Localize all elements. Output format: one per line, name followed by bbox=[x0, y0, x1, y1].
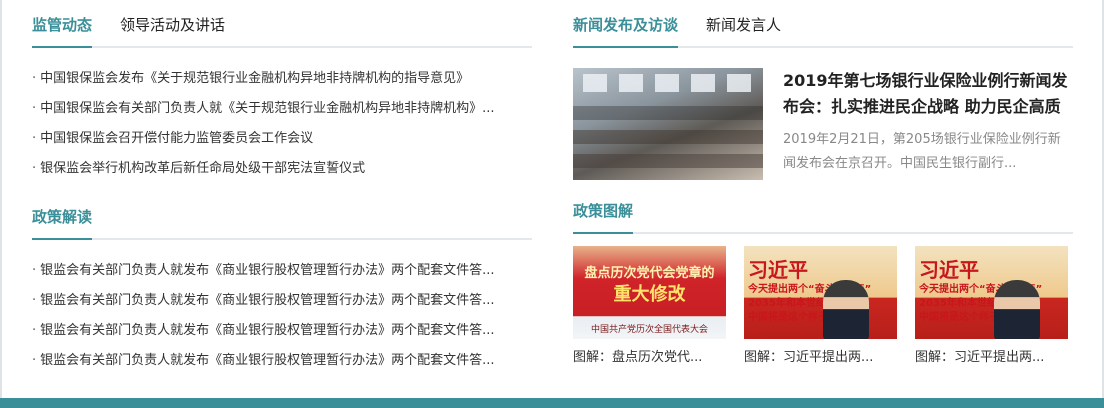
left-column: 监管动态 领导活动及讲话 中国银保监会发布《关于规范银行业金融机构异地非持牌机构… bbox=[32, 0, 532, 376]
list-item[interactable]: 中国银保监会有关部门负责人就《关于规范银行业金融机构异地非持牌机构》... bbox=[32, 94, 532, 124]
graphics-tabs: 政策图解 bbox=[573, 194, 1073, 234]
tab-policy-graphics[interactable]: 政策图解 bbox=[573, 200, 634, 234]
list-item[interactable]: 银监会有关部门负责人就发布《商业银行股权管理暂行办法》两个配套文件答... bbox=[32, 286, 532, 316]
list-item[interactable]: 银保监会举行机构改革后新任命局处级干部宪法宣誓仪式 bbox=[32, 154, 532, 184]
featured-news-text: 2019年第七场银行业保险业例行新闻发布会：扎实推进民企战略 助力民企高质量..… bbox=[783, 68, 1073, 180]
graphic-caption[interactable]: 图解：习近平提出两... bbox=[915, 349, 1068, 367]
featured-news-title[interactable]: 2019年第七场银行业保险业例行新闻发布会：扎实推进民企战略 助力民企高质量..… bbox=[783, 68, 1073, 120]
press-conference-photo[interactable] bbox=[573, 68, 763, 180]
graphic-caption[interactable]: 图解：习近平提出两... bbox=[744, 349, 897, 367]
graphic-card[interactable]: 习近平 今天提出两个“奋斗十五年” 2035年和本世纪中叶 中国将是这个样子！ … bbox=[744, 246, 897, 367]
footer-accent-bar bbox=[0, 398, 1104, 408]
list-item[interactable]: 银监会有关部门负责人就发布《商业银行股权管理暂行办法》两个配套文件答... bbox=[32, 346, 532, 376]
list-item[interactable]: 银监会有关部门负责人就发布《商业银行股权管理暂行办法》两个配套文件答... bbox=[32, 256, 532, 286]
graphic-card[interactable]: 盘点历次党代会党章的 重大修改 中国共产党历次全国代表大会 图解：盘点历次党代.… bbox=[573, 246, 726, 367]
list-item[interactable]: 中国银保监会召开偿付能力监管委员会工作会议 bbox=[32, 124, 532, 154]
graphic-caption[interactable]: 图解：盘点历次党代... bbox=[573, 349, 726, 367]
graphic-thumbnail: 习近平 今天提出两个“奋斗十五年” 2035年和本世纪中叶 中国将是这个样子！ bbox=[744, 246, 897, 339]
right-tabs: 新闻发布及访谈 新闻发言人 bbox=[573, 0, 1073, 48]
list-item[interactable]: 中国银保监会发布《关于规范银行业金融机构异地非持牌机构的指导意见》 bbox=[32, 64, 532, 94]
tab-leader-activities[interactable]: 领导活动及讲话 bbox=[120, 14, 225, 46]
right-column: 新闻发布及访谈 新闻发言人 2019年第七场银行业保险业例行新闻发布会：扎实推进… bbox=[573, 0, 1073, 367]
policy-graphics-section: 政策图解 盘点历次党代会党章的 重大修改 中国共产党历次全国代表大会 图解：盘点… bbox=[573, 194, 1073, 367]
left-tabs: 监管动态 领导活动及讲话 bbox=[32, 0, 532, 48]
featured-news-summary: 2019年2月21日，第205场银行业保险业例行新闻发布会在京召开。中国民生银行… bbox=[783, 132, 1061, 171]
tab-spokesperson[interactable]: 新闻发言人 bbox=[706, 14, 781, 46]
policy-list: 银监会有关部门负责人就发布《商业银行股权管理暂行办法》两个配套文件答... 银监… bbox=[32, 256, 532, 376]
regulatory-news-list: 中国银保监会发布《关于规范银行业金融机构异地非持牌机构的指导意见》 中国银保监会… bbox=[32, 64, 532, 184]
list-item[interactable]: 银监会有关部门负责人就发布《商业银行股权管理暂行办法》两个配套文件答... bbox=[32, 316, 532, 346]
policy-tabs: 政策解读 bbox=[32, 206, 532, 240]
graphic-card[interactable]: 习近平 今天提出两个“奋斗十五年” 2035年和本世纪中叶 中国将是这个样子！ … bbox=[915, 246, 1068, 367]
featured-news: 2019年第七场银行业保险业例行新闻发布会：扎实推进民企战略 助力民企高质量..… bbox=[573, 68, 1073, 180]
tab-regulatory-news[interactable]: 监管动态 bbox=[32, 14, 93, 48]
graphics-list: 盘点历次党代会党章的 重大修改 中国共产党历次全国代表大会 图解：盘点历次党代.… bbox=[573, 246, 1073, 367]
graphic-thumbnail: 盘点历次党代会党章的 重大修改 中国共产党历次全国代表大会 bbox=[573, 246, 726, 339]
tab-press-releases[interactable]: 新闻发布及访谈 bbox=[573, 14, 679, 48]
graphic-thumbnail: 习近平 今天提出两个“奋斗十五年” 2035年和本世纪中叶 中国将是这个样子！ bbox=[915, 246, 1068, 339]
policy-interpretation-section: 政策解读 银监会有关部门负责人就发布《商业银行股权管理暂行办法》两个配套文件答.… bbox=[32, 206, 532, 376]
tab-policy-interpretation[interactable]: 政策解读 bbox=[32, 206, 93, 240]
